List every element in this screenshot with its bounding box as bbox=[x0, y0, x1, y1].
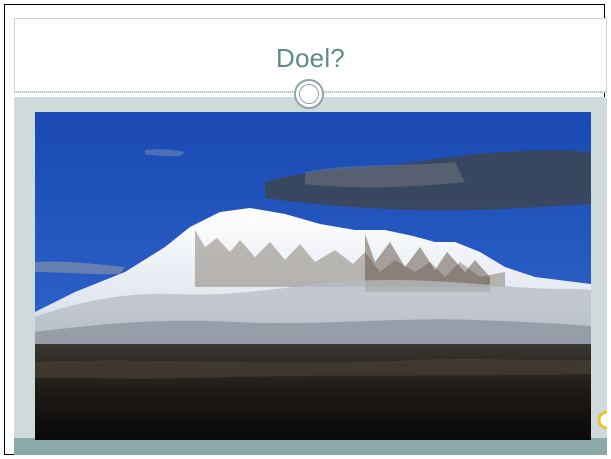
circle-ornament-corner-icon bbox=[597, 410, 607, 430]
mountain-photo-icon bbox=[35, 112, 591, 440]
footer-band bbox=[14, 438, 607, 455]
mountain-photo[interactable] bbox=[35, 112, 591, 440]
slide-title[interactable]: Doel? bbox=[15, 43, 606, 74]
circle-ornament-icon bbox=[294, 79, 324, 109]
circle-ornament-inner bbox=[299, 84, 319, 104]
